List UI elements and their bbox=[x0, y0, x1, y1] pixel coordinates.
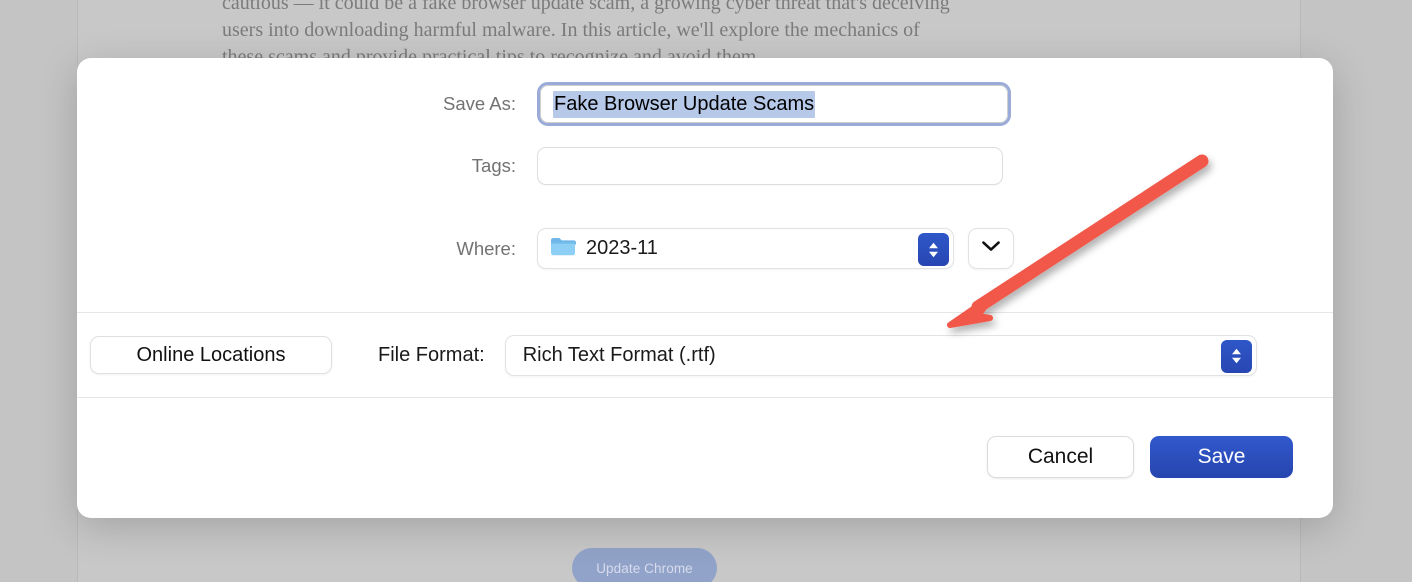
update-chrome-button[interactable]: Update Chrome bbox=[572, 548, 717, 582]
where-row: Where: 2023-11 bbox=[77, 228, 1333, 269]
file-format-select[interactable]: Rich Text Format (.rtf) bbox=[504, 334, 1257, 376]
save-as-dialog: Save As: Fake Browser Update Scams Tags:… bbox=[77, 58, 1333, 518]
file-format-stepper-icon[interactable] bbox=[1220, 339, 1252, 373]
file-format-label: File Format: bbox=[378, 343, 485, 366]
save-as-input[interactable] bbox=[540, 85, 1008, 123]
tags-label: Tags: bbox=[471, 155, 516, 176]
folder-icon bbox=[550, 236, 576, 262]
where-stepper-icon[interactable] bbox=[918, 233, 949, 266]
file-format-value: Rich Text Format (.rtf) bbox=[522, 343, 716, 366]
where-select[interactable]: 2023-11 bbox=[537, 228, 954, 269]
document-line-1: cautious — it could be a fake browser up… bbox=[222, 0, 950, 14]
save-as-field-wrap: Fake Browser Update Scams bbox=[537, 82, 1011, 126]
cancel-button[interactable]: Cancel bbox=[987, 436, 1134, 478]
save-button[interactable]: Save bbox=[1150, 436, 1293, 478]
dialog-form-area: Save As: Fake Browser Update Scams Tags:… bbox=[77, 58, 1333, 312]
document-line-2: users into downloading harmful malware. … bbox=[222, 19, 920, 41]
dialog-footer: Cancel Save bbox=[77, 398, 1333, 516]
online-locations-button[interactable]: Online Locations bbox=[90, 336, 332, 374]
tags-row: Tags: bbox=[77, 147, 1333, 185]
where-value: 2023-11 bbox=[586, 237, 658, 259]
tags-input[interactable] bbox=[537, 147, 1003, 185]
dialog-options-bar: Online Locations File Format: Rich Text … bbox=[77, 312, 1333, 398]
save-as-label: Save As: bbox=[442, 93, 516, 114]
save-as-row: Save As: Fake Browser Update Scams bbox=[77, 82, 1333, 126]
where-expand-button[interactable] bbox=[968, 228, 1014, 269]
chevron-down-icon bbox=[981, 240, 1001, 258]
where-label: Where: bbox=[456, 237, 516, 259]
